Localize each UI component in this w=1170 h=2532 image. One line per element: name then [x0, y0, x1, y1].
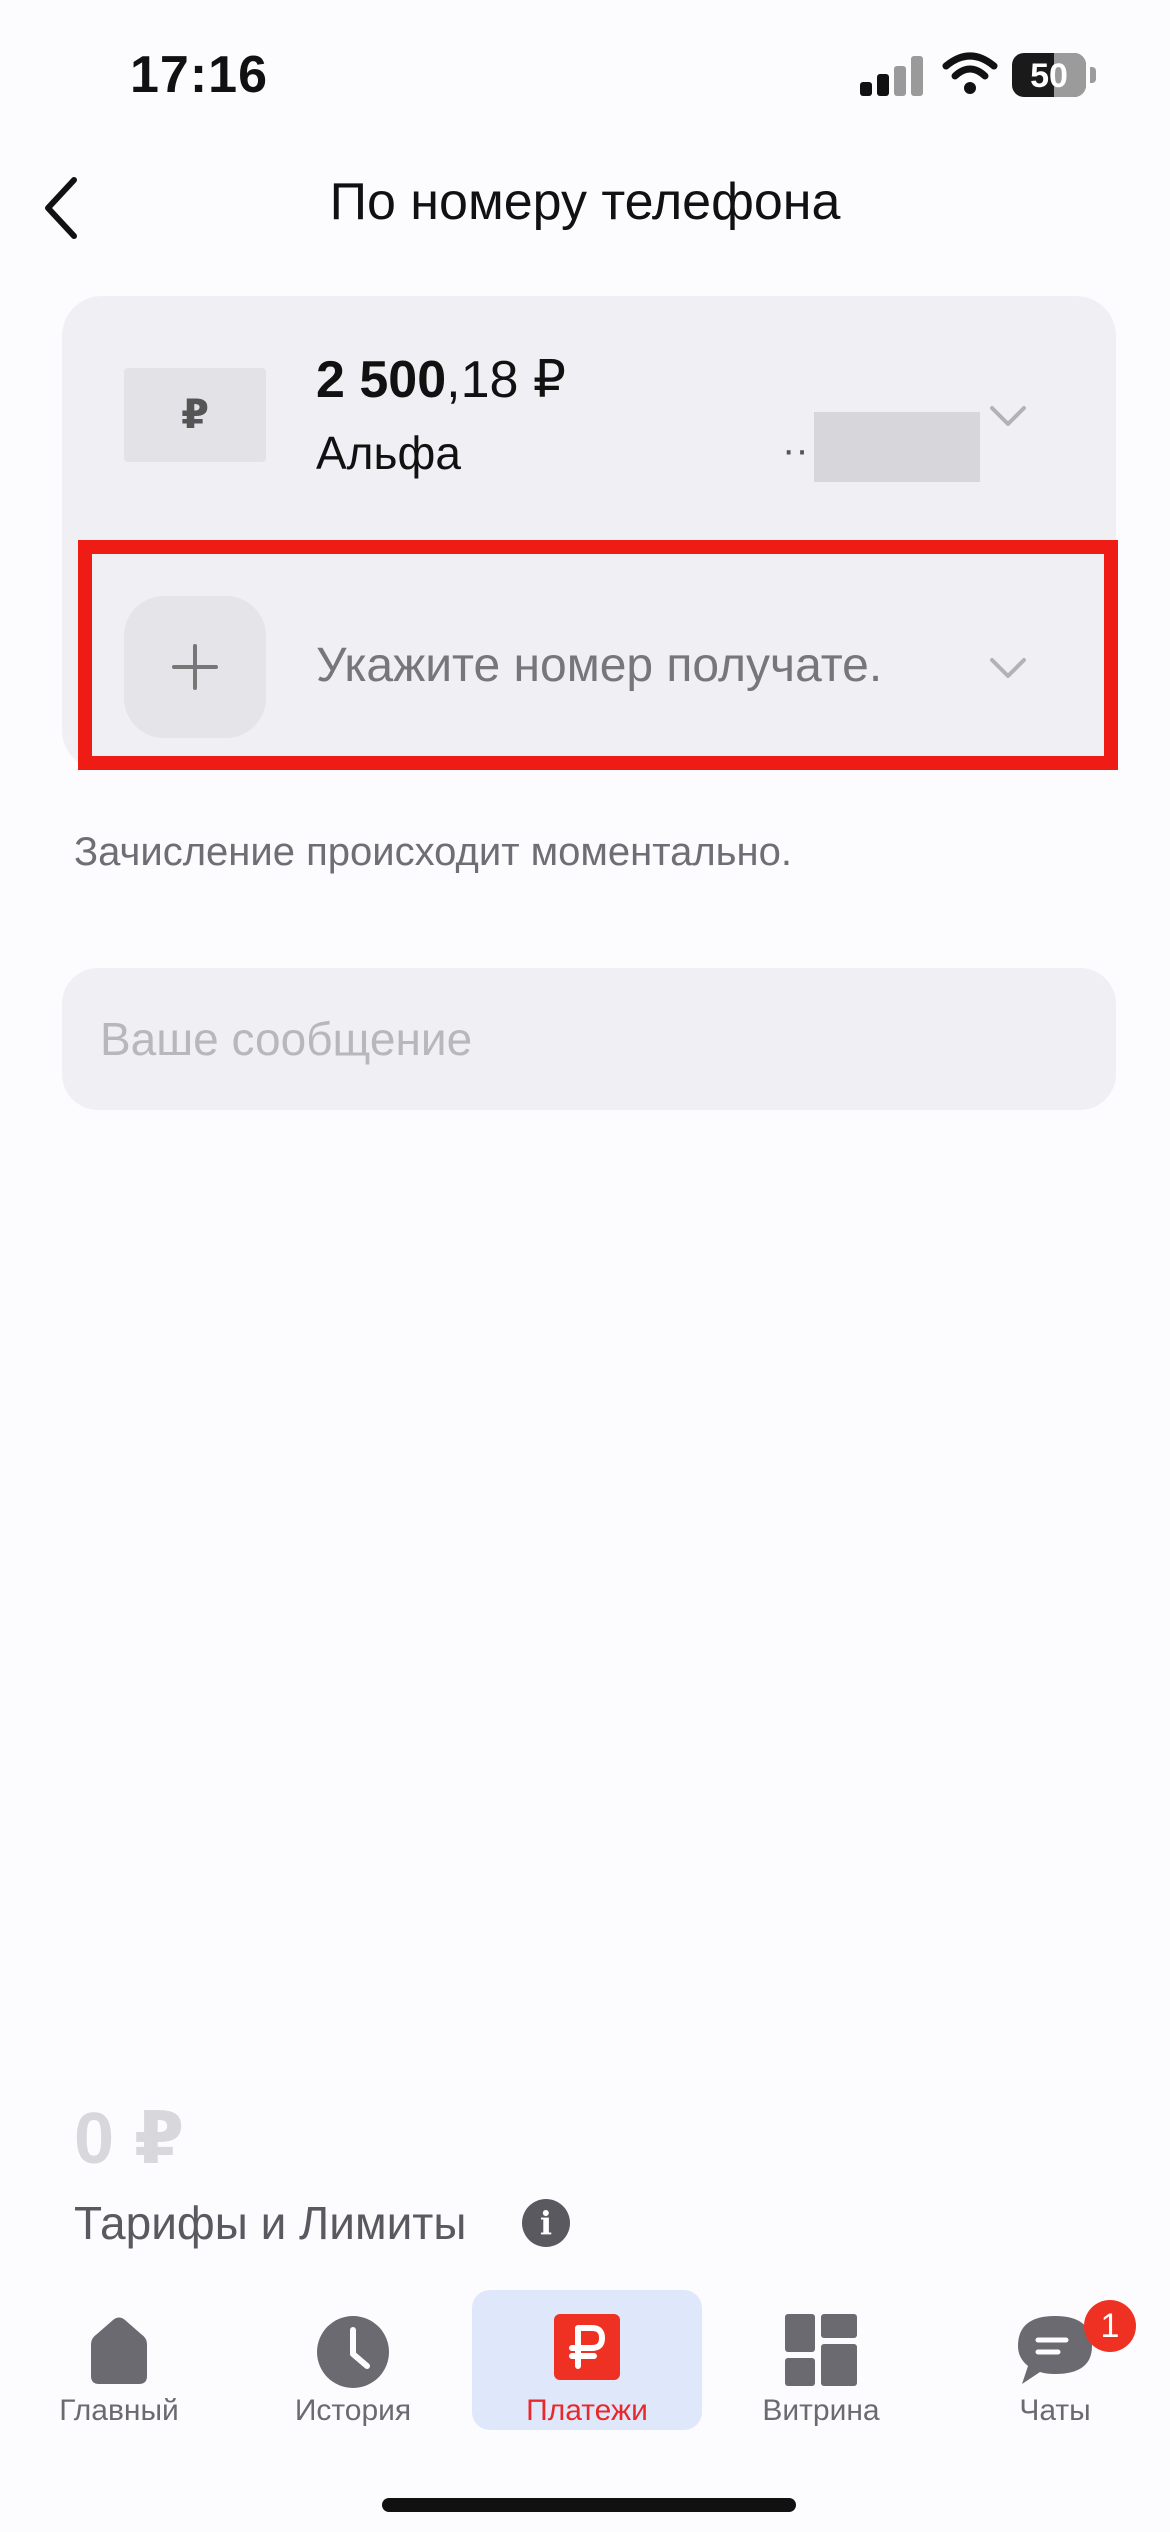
tab-payments[interactable]: Платежи — [472, 2290, 702, 2430]
status-time: 17:16 — [130, 46, 268, 104]
redacted-area — [814, 412, 980, 482]
tab-history[interactable]: История — [238, 2290, 468, 2430]
tariffs-limits-link[interactable]: Тарифы и Лимиты — [74, 2196, 466, 2250]
chevron-down-icon[interactable] — [988, 404, 1028, 428]
ruble-icon — [554, 2314, 620, 2380]
signal-icon — [860, 56, 924, 96]
message-placeholder: Ваше сообщение — [100, 1013, 473, 1065]
highlight-box — [78, 540, 1118, 770]
instant-transfer-note: Зачисление происходит моментально. — [74, 830, 792, 874]
message-field[interactable]: Ваше сообщение — [62, 968, 1116, 1110]
chat-icon — [1018, 2316, 1092, 2384]
tab-bar: Главный История Платежи Витрина Чаты — [0, 2290, 1170, 2440]
total-amount: 0 ₽ — [74, 2099, 185, 2179]
tab-showcase[interactable]: Витрина — [706, 2290, 936, 2430]
home-indicator — [382, 2498, 796, 2512]
home-icon — [91, 2317, 147, 2384]
payment-by-phone-screen: 17:16 50 По номеру телефона ₽ 2 500,18 ₽ — [0, 0, 1170, 2532]
account-name: Альфа — [316, 427, 461, 479]
wifi-icon — [942, 52, 998, 94]
account-balance[interactable]: 2 500,18 ₽ — [316, 350, 566, 410]
info-icon[interactable]: i — [522, 2199, 570, 2247]
battery-level: 50 — [1030, 57, 1068, 95]
grid-icon — [785, 2314, 857, 2386]
tab-chats[interactable]: Чаты — [940, 2290, 1170, 2430]
tab-home[interactable]: Главный — [4, 2290, 234, 2430]
account-masked-number: ·· — [782, 428, 809, 472]
status-bar: 17:16 50 — [0, 0, 1170, 150]
chat-unread-badge: 1 — [1084, 2300, 1136, 2352]
page-title: По номеру телефона — [329, 173, 841, 231]
battery-icon: 50 — [1012, 53, 1096, 97]
clock-icon — [317, 2316, 389, 2388]
account-ruble-icon: ₽ — [124, 368, 266, 462]
